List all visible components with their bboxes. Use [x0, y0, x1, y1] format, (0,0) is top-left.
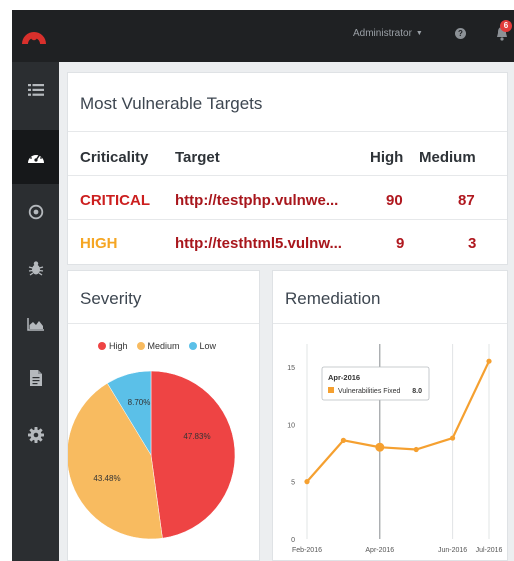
sidebar-item-targets[interactable]: [12, 192, 59, 232]
column-header-target[interactable]: Target: [175, 149, 220, 166]
severity-panel: Severity High Medium Low 47.83% 43.48% 8.7…: [67, 270, 260, 561]
brand-logo[interactable]: [20, 24, 48, 46]
divider: [68, 219, 507, 220]
sidebar-item-dashboard[interactable]: [12, 130, 59, 184]
y-tick-label: 5: [291, 480, 295, 487]
criticality-label: HIGH: [80, 235, 118, 252]
sidebar-item-reports-chart[interactable]: [12, 304, 59, 344]
user-menu[interactable]: Administrator ▼: [353, 28, 423, 39]
chart-tooltip: Apr-2016 Vulnerabilities Fixed 8.0: [321, 366, 430, 401]
top-bar: Administrator ▼ ? 6: [12, 10, 514, 62]
gear-icon: [27, 427, 44, 443]
criticality-label: CRITICAL: [80, 192, 150, 209]
tooltip-series: Vulnerabilities Fixed: [338, 388, 400, 395]
pie-data-label: 43.48%: [93, 474, 120, 483]
tooltip-swatch: [328, 387, 334, 393]
sidebar-item-list[interactable]: [12, 70, 59, 110]
legend-item-medium[interactable]: Medium: [136, 341, 180, 351]
pie-slice-high[interactable]: [150, 370, 236, 539]
pie-data-label: 8.70%: [128, 398, 151, 407]
x-tick-label: Feb-2016: [292, 547, 322, 554]
tooltip-value: 8.0: [412, 388, 422, 395]
legend-swatch: [188, 342, 197, 350]
legend-label: Medium: [147, 341, 180, 351]
sidebar: [12, 62, 59, 561]
high-count: 9: [396, 235, 405, 252]
sidebar-item-reports[interactable]: [12, 358, 59, 398]
x-tick-label: Apr-2016: [365, 547, 394, 554]
medium-count: 87: [458, 192, 475, 209]
column-header-criticality[interactable]: Criticality: [80, 149, 148, 166]
sidebar-item-settings[interactable]: [12, 415, 59, 455]
notification-badge: 6: [500, 20, 512, 32]
legend-item-high[interactable]: High: [98, 341, 128, 351]
y-tick-label: 15: [287, 365, 295, 372]
data-point[interactable]: [486, 358, 492, 364]
data-point[interactable]: [450, 435, 456, 441]
panel-title: Most Vulnerable Targets: [80, 94, 263, 113]
vulnerable-targets-panel: Most Vulnerable Targets Criticality Targ…: [67, 72, 508, 265]
column-header-medium[interactable]: Medium: [419, 149, 476, 166]
severity-pie-chart: 47.83% 43.48% 8.70%: [68, 370, 236, 540]
data-point[interactable]: [340, 437, 346, 443]
tooltip-title: Apr-2016: [328, 373, 360, 382]
panel-title: Severity: [80, 289, 142, 308]
column-header-high[interactable]: High: [370, 149, 403, 166]
y-tick-label: 10: [287, 422, 295, 429]
bug-icon: [28, 261, 43, 276]
remediation-panel: Remediation 0 5 10 15 Feb-2016 Apr-2016 Jun-20…: [272, 270, 508, 561]
sidebar-item-vulnerabilities[interactable]: [12, 248, 59, 288]
legend-item-low[interactable]: Low: [188, 341, 217, 351]
medium-count: 3: [468, 235, 477, 252]
legend-swatch: [98, 342, 106, 350]
divider: [68, 131, 507, 132]
panel-title: Remediation: [285, 289, 381, 308]
severity-legend: High Medium Low: [98, 341, 216, 351]
legend-label: High: [109, 341, 128, 351]
user-menu-label: Administrator: [353, 28, 412, 39]
pie-data-label: 47.83%: [183, 432, 210, 441]
dashboard-gauge-icon: [27, 152, 44, 163]
y-tick-label: 0: [291, 537, 295, 544]
target-link[interactable]: http://testhtml5.vulnw...: [175, 235, 342, 252]
high-count: 90: [386, 192, 403, 209]
x-tick-label: Jul-2016: [476, 547, 503, 554]
data-point[interactable]: [413, 446, 419, 453]
divider: [68, 323, 259, 324]
data-point[interactable]: [375, 442, 385, 452]
divider: [68, 175, 507, 176]
caret-down-icon: ▼: [415, 30, 423, 37]
x-tick-label: Jun-2016: [438, 547, 467, 554]
document-icon: [29, 370, 42, 386]
legend-label: Low: [199, 341, 217, 351]
list-icon: [27, 84, 44, 96]
legend-swatch: [136, 342, 145, 350]
tooltip-box: [321, 366, 430, 401]
app-window: Administrator ▼ ? 6 Most Vulnerable Targ…: [12, 10, 514, 561]
target-icon: [28, 204, 43, 220]
target-link[interactable]: http://testphp.vulnwe...: [175, 192, 338, 209]
question-icon[interactable]: ?: [455, 28, 466, 39]
data-point[interactable]: [304, 479, 310, 485]
area-chart-icon: [26, 318, 44, 331]
remediation-line-chart: 0 5 10 15 Feb-2016 Apr-2016 Jun-2016 Jul-2016 Ap…: [287, 344, 503, 554]
